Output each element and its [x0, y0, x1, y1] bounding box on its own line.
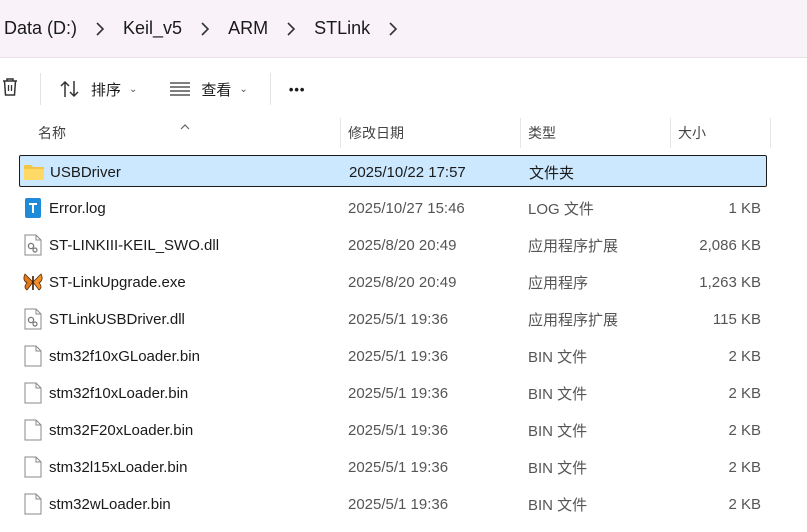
toolbar-divider: [269, 73, 271, 105]
file-modified-date: 2025/5/1 19:36: [348, 347, 449, 365]
file-type: BIN 文件: [528, 496, 588, 514]
column-header-row: 名称 修改日期 类型 大小: [0, 118, 807, 148]
file-row[interactable]: stm32f10xGLoader.bin 2025/5/1 19:36 BIN 文件…: [19, 340, 767, 372]
file-modified-date: 2025/5/1 19:36: [348, 458, 449, 476]
file-modified-date: 2025/5/1 19:36: [348, 495, 449, 513]
blank-file-icon: [21, 340, 45, 372]
blank-file-icon: [21, 451, 45, 483]
file-row[interactable]: STLinkUSBDriver.dll 2025/5/1 19:36 应用程序扩展 1…: [19, 303, 767, 335]
column-divider[interactable]: [670, 118, 671, 148]
chevron-down-icon: ⌄: [239, 83, 248, 95]
file-modified-date: 2025/8/20 20:49: [348, 236, 457, 254]
file-name: stm32l15xLoader.bin: [49, 458, 188, 476]
file-modified-date: 2025/5/1 19:36: [348, 310, 449, 328]
view-label: 查看: [201, 81, 232, 99]
blank-file-icon: [21, 488, 45, 520]
sort-button[interactable]: 排序 ⌄: [51, 69, 145, 109]
folder-icon: [22, 156, 46, 188]
breadcrumb-item-keil[interactable]: Keil_v5: [123, 16, 182, 41]
file-type: BIN 文件: [528, 459, 588, 477]
file-size: 1 KB: [728, 199, 761, 217]
chevron-right-icon[interactable]: [268, 21, 314, 36]
file-size: 1,263 KB: [699, 273, 761, 291]
blank-file-icon: [21, 414, 45, 446]
file-type: BIN 文件: [528, 422, 588, 440]
file-name: stm32F20xLoader.bin: [49, 421, 194, 439]
column-header-size[interactable]: 大小: [678, 118, 706, 148]
column-divider[interactable]: [520, 118, 521, 148]
breadcrumb-item-stlink[interactable]: STLink: [314, 16, 370, 41]
file-modified-date: 2025/5/1 19:36: [348, 421, 449, 439]
chevron-down-icon: ⌄: [129, 83, 138, 95]
dll-file-icon: [21, 303, 45, 335]
file-name: ST-LINKIII-KEIL_SWO.dll: [49, 236, 220, 254]
column-divider[interactable]: [770, 118, 771, 148]
file-type: 应用程序: [528, 274, 589, 292]
file-size: 2 KB: [728, 495, 761, 513]
file-row[interactable]: stm32F20xLoader.bin 2025/5/1 19:36 BIN 文件 2…: [19, 414, 767, 446]
file-name: STLinkUSBDriver.dll: [49, 310, 185, 328]
file-row[interactable]: ST-LINKIII-KEIL_SWO.dll 2025/8/20 20:49 应用…: [19, 229, 767, 261]
file-name: ST-LinkUpgrade.exe: [49, 273, 186, 291]
column-header-type[interactable]: 类型: [528, 118, 556, 148]
chevron-right-icon[interactable]: [182, 21, 228, 36]
address-breadcrumb-bar: Data (D:) Keil_v5 ARM STLink: [0, 0, 807, 58]
file-name: stm32f10xLoader.bin: [49, 384, 189, 402]
file-type: BIN 文件: [528, 385, 588, 403]
view-list-icon: [169, 81, 191, 97]
more-options-icon: •••: [288, 81, 306, 97]
file-type: 应用程序扩展: [528, 237, 619, 255]
more-options-button[interactable]: •••: [281, 69, 314, 109]
file-size: 2,086 KB: [699, 236, 761, 254]
breadcrumb-item-drive[interactable]: Data (D:): [4, 16, 77, 41]
sort-arrows-icon: [59, 79, 81, 99]
file-size: 2 KB: [728, 384, 761, 402]
chevron-right-icon[interactable]: [370, 21, 416, 36]
toolbar-divider: [40, 73, 41, 105]
file-modified-date: 2025/8/20 20:49: [348, 273, 457, 291]
breadcrumb-item-arm[interactable]: ARM: [228, 16, 268, 41]
file-name: Error.log: [49, 199, 106, 217]
file-type: 应用程序扩展: [528, 311, 619, 329]
file-row-selected[interactable]: USBDriver 2025/10/22 17:57 文件夹: [19, 155, 767, 187]
file-type: 文件夹: [529, 164, 575, 182]
file-row[interactable]: Error.log 2025/10/27 15:46 LOG 文件 1 KB: [19, 192, 767, 224]
view-button[interactable]: 查看 ⌄: [161, 69, 255, 109]
file-type: LOG 文件: [528, 200, 594, 218]
sort-ascending-caret-icon: [180, 118, 190, 130]
file-size: 2 KB: [728, 458, 761, 476]
sort-label: 排序: [91, 81, 122, 99]
file-name: stm32f10xGLoader.bin: [49, 347, 200, 365]
dll-file-icon: [21, 229, 45, 261]
file-size: 115 KB: [712, 310, 761, 328]
file-row[interactable]: stm32f10xLoader.bin 2025/5/1 19:36 BIN 文件 2…: [19, 377, 767, 409]
column-header-date[interactable]: 修改日期: [348, 118, 404, 148]
file-name: stm32wLoader.bin: [49, 495, 171, 513]
file-row[interactable]: stm32l15xLoader.bin 2025/5/1 19:36 BIN 文件 2…: [19, 451, 767, 483]
file-type: BIN 文件: [528, 348, 588, 366]
chevron-right-icon[interactable]: [77, 21, 123, 36]
file-modified-date: 2025/10/27 15:46: [348, 199, 465, 217]
file-row[interactable]: stm32wLoader.bin 2025/5/1 19:36 BIN 文件 2 KB: [19, 488, 767, 520]
file-row[interactable]: ST-LinkUpgrade.exe 2025/8/20 20:49 应用程序 1,2…: [19, 266, 767, 298]
delete-button[interactable]: [0, 69, 22, 109]
file-size: 2 KB: [728, 347, 761, 365]
file-modified-date: 2025/10/22 17:57: [349, 163, 466, 181]
file-name: USBDriver: [50, 163, 121, 181]
butterfly-app-icon: [21, 266, 45, 298]
column-divider[interactable]: [340, 118, 341, 148]
trash-icon: [0, 76, 20, 102]
column-header-name[interactable]: 名称: [38, 118, 66, 148]
log-file-icon: [21, 192, 45, 224]
file-modified-date: 2025/5/1 19:36: [348, 384, 449, 402]
file-size: 2 KB: [728, 421, 761, 439]
blank-file-icon: [21, 377, 45, 409]
command-toolbar: 排序 ⌄ 查看 ⌄ •••: [0, 60, 807, 118]
